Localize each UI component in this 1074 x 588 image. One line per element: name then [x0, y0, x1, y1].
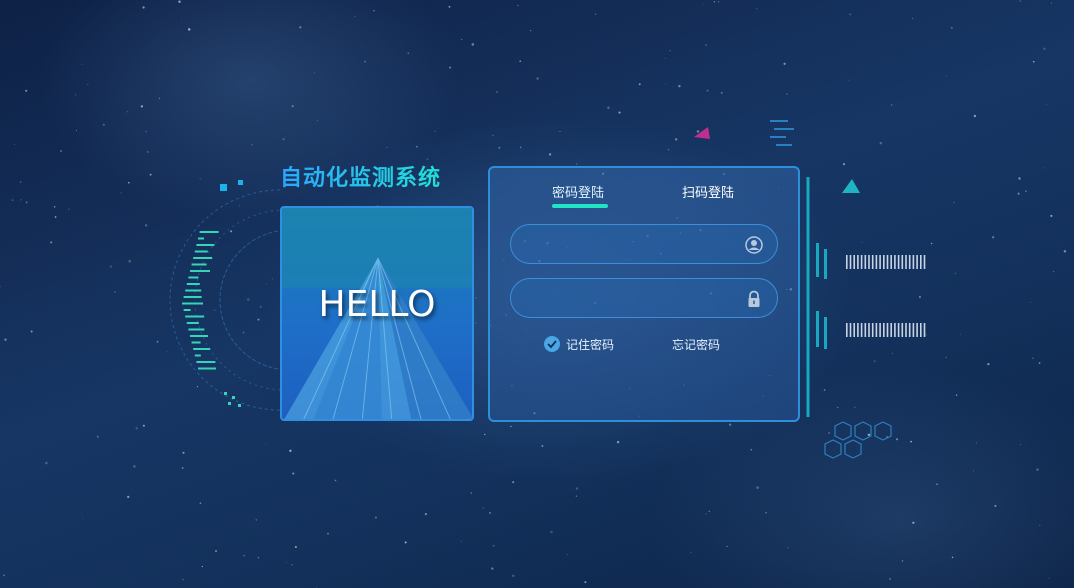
login-panel: 密码登陆 扫码登陆 记住密码 忘记密码: [488, 166, 800, 422]
hello-card: HELLO: [280, 206, 474, 421]
remember-password-label: 记住密码: [566, 338, 615, 352]
check-icon: [547, 340, 557, 349]
remember-checkbox[interactable]: [544, 336, 560, 352]
background: 自动化监测系统 HELLO 密码登陆 扫码登陆 记住密码 忘记密码: [0, 0, 1074, 588]
radial-deco: [169, 180, 291, 411]
hexagon-deco: [824, 421, 892, 459]
tab-qr-login[interactable]: 扫码登陆: [682, 182, 734, 201]
hello-text: HELLO: [318, 284, 436, 325]
tab-password-login[interactable]: 密码登陆: [552, 182, 604, 201]
username-input[interactable]: [527, 233, 741, 257]
signal-bars-deco: [806, 177, 926, 417]
password-field[interactable]: [510, 278, 778, 318]
user-icon: [745, 236, 763, 254]
system-title: 自动化监测系统: [280, 160, 441, 192]
username-field[interactable]: [510, 224, 778, 264]
password-input[interactable]: [527, 287, 741, 311]
lock-icon: [748, 290, 760, 307]
active-tab-indicator: [552, 204, 608, 208]
forgot-password-link[interactable]: 忘记密码: [672, 336, 720, 353]
